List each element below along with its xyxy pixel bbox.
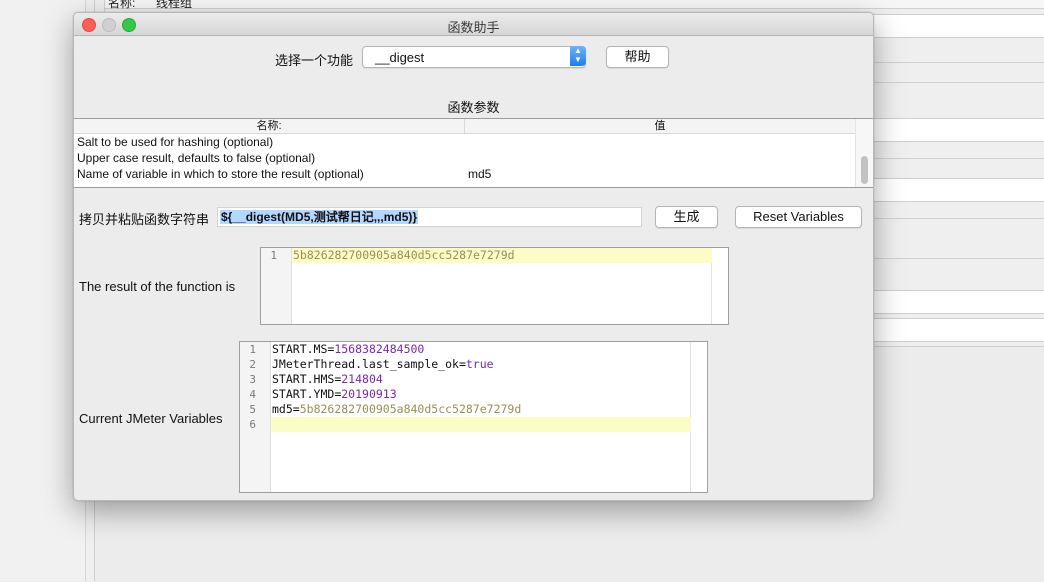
dialog-titlebar[interactable]: 函数助手 bbox=[74, 13, 873, 36]
background-row-line bbox=[872, 62, 1044, 63]
table-header: 名称: 值 bbox=[74, 119, 855, 134]
table-scrollbar[interactable] bbox=[855, 119, 873, 187]
variables-text-area[interactable]: 123456 START.MS=1568382484500 JMeterThre… bbox=[239, 341, 708, 493]
background-row-line bbox=[872, 82, 1044, 83]
result-label: The result of the function is bbox=[79, 279, 236, 294]
variable-line: JMeterThread.last_sample_ok=true bbox=[271, 357, 691, 372]
function-string-value: ${__digest(MD5,测试帮日记,,,md5)} bbox=[220, 210, 419, 224]
param-name: Name of variable in which to store the r… bbox=[77, 167, 364, 181]
column-header-value[interactable]: 值 bbox=[465, 119, 855, 133]
function-params-table: 名称: 值 Salt to be used for hashing (optio… bbox=[74, 118, 873, 188]
background-field[interactable] bbox=[872, 14, 1044, 38]
background-field[interactable] bbox=[872, 290, 1044, 314]
select-updown-icon: ▲ ▼ bbox=[570, 46, 586, 66]
variables-label: Current JMeter Variables bbox=[79, 411, 223, 426]
function-helper-dialog: 函数助手 选择一个功能 __digest ▲ ▼ 帮助 函数参数 名称: 值 Sa… bbox=[73, 12, 874, 501]
result-text-area[interactable]: 1 5b826282700905a840d5cc5287e7279d bbox=[260, 247, 729, 325]
background-row-line bbox=[872, 218, 1044, 219]
variable-value: 20190913 bbox=[341, 387, 397, 401]
table-row[interactable]: Salt to be used for hashing (optional) bbox=[74, 134, 855, 150]
variable-line: md5=5b826282700905a840d5cc5287e7279d bbox=[271, 402, 691, 417]
variable-value: true bbox=[465, 357, 494, 371]
variable-line: START.YMD=20190913 bbox=[271, 387, 691, 402]
variable-key: START.YMD bbox=[272, 387, 335, 401]
line-number-gutter: 1 bbox=[261, 248, 292, 324]
line-number-gutter: 123456 bbox=[240, 342, 271, 492]
background-name-row bbox=[105, 0, 1044, 9]
scrollbar-thumb[interactable] bbox=[861, 156, 868, 184]
variable-key: md5 bbox=[272, 402, 293, 416]
help-button[interactable]: 帮助 bbox=[606, 46, 669, 68]
table-row[interactable]: Name of variable in which to store the r… bbox=[74, 166, 855, 182]
variable-key: START.HMS bbox=[272, 372, 335, 386]
background-field[interactable] bbox=[872, 118, 1044, 142]
result-line: 5b826282700905a840d5cc5287e7279d bbox=[292, 248, 712, 263]
table-row[interactable]: Upper case result, defaults to false (op… bbox=[74, 150, 855, 166]
variable-key: START.MS bbox=[272, 342, 328, 356]
variable-key: JMeterThread.last_sample_ok bbox=[272, 357, 459, 371]
variable-line-current bbox=[271, 417, 691, 432]
generate-button[interactable]: 生成 bbox=[655, 206, 718, 228]
background-name-label: 名称: bbox=[108, 0, 136, 10]
function-select[interactable]: __digest ▲ ▼ bbox=[362, 46, 586, 68]
variable-line: START.HMS=214804 bbox=[271, 372, 691, 387]
equals-sign: = bbox=[458, 357, 466, 371]
result-code: 5b826282700905a840d5cc5287e7279d bbox=[292, 248, 712, 263]
param-name: Salt to be used for hashing (optional) bbox=[77, 135, 274, 149]
variable-value: 5b826282700905a840d5cc5287e7279d bbox=[299, 402, 522, 416]
background-field[interactable] bbox=[872, 178, 1044, 202]
reset-variables-button[interactable]: Reset Variables bbox=[735, 206, 862, 228]
background-row-line bbox=[872, 158, 1044, 159]
column-header-name[interactable]: 名称: bbox=[74, 119, 465, 133]
copy-string-label: 拷贝并粘贴函数字符串 bbox=[79, 212, 210, 227]
variables-code: START.MS=1568382484500 JMeterThread.last… bbox=[271, 342, 691, 432]
background-name-value: 线程组 bbox=[156, 0, 193, 10]
variable-value: 214804 bbox=[341, 372, 383, 386]
param-name: Upper case result, defaults to false (op… bbox=[77, 151, 316, 165]
params-title: 函数参数 bbox=[447, 100, 500, 115]
equals-sign: = bbox=[292, 402, 300, 416]
function-select-label: 选择一个功能 bbox=[275, 53, 354, 68]
function-select-value: __digest bbox=[375, 50, 425, 65]
background-field[interactable] bbox=[872, 318, 1044, 342]
param-value[interactable]: md5 bbox=[468, 166, 491, 182]
variable-line: START.MS=1568382484500 bbox=[271, 342, 691, 357]
variable-value: 1568382484500 bbox=[334, 342, 425, 356]
dialog-title: 函数助手 bbox=[447, 20, 500, 35]
function-string-field[interactable]: ${__digest(MD5,测试帮日记,,,md5)} bbox=[217, 207, 642, 227]
background-row-line bbox=[872, 258, 1044, 259]
